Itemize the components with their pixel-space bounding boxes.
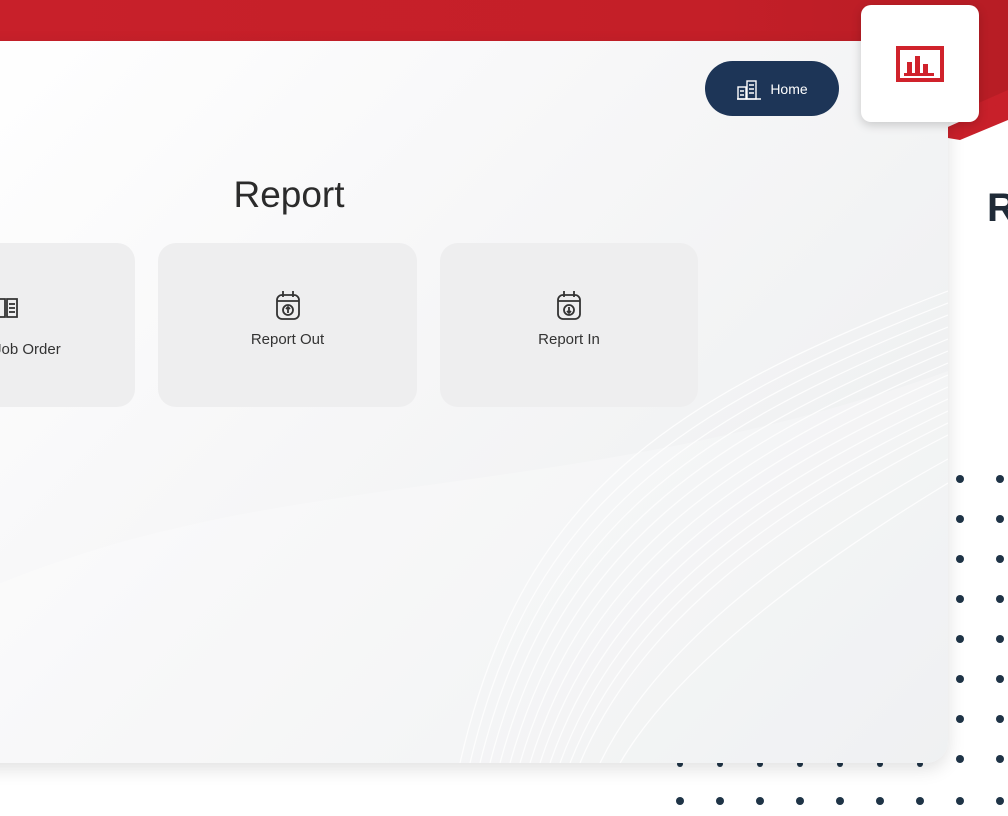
book-icon <box>0 298 18 318</box>
home-button-label: Home <box>770 80 808 97</box>
bar-chart-icon <box>896 45 944 82</box>
page-title: Report <box>233 174 345 215</box>
main-card: Home Report Job Order Report Out Report … <box>0 41 948 763</box>
calendar-download-icon <box>557 290 581 320</box>
report-badge <box>861 5 979 122</box>
tile-report-in[interactable]: Report In <box>440 243 698 407</box>
home-button[interactable]: Home <box>705 61 839 116</box>
tile-report-out-label: Report Out <box>250 330 325 348</box>
side-heading-fragment: R <box>987 186 1008 230</box>
tile-job-order-label: Job Order <box>0 341 61 358</box>
tile-report-out[interactable]: Report Out <box>158 243 417 407</box>
home-buildings-icon <box>737 79 762 100</box>
calendar-upload-icon <box>275 290 300 320</box>
tile-report-in-label: Report In <box>538 330 600 348</box>
tile-job-order[interactable]: Job Order <box>0 243 135 407</box>
